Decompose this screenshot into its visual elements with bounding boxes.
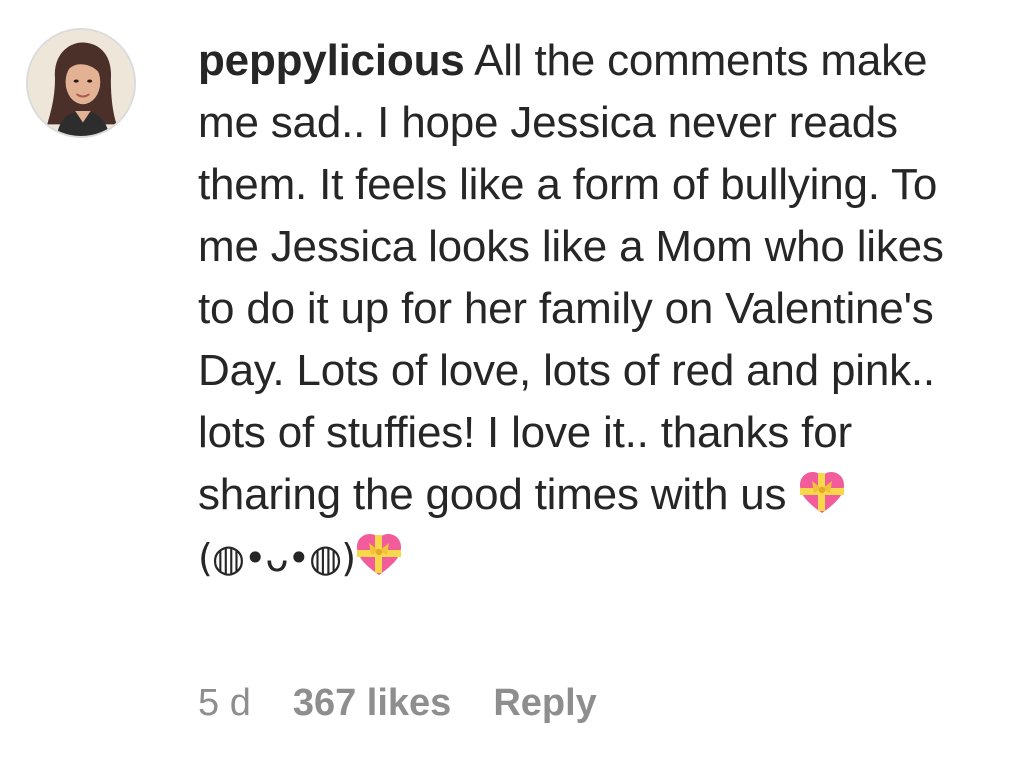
likes-count-link[interactable]: 367 likes xyxy=(293,682,451,725)
comment-meta: 5 d 367 likes Reply xyxy=(198,682,597,725)
username-link[interactable]: peppylicious xyxy=(198,36,465,85)
comment-text: All the comments make me sad.. I hope Je… xyxy=(198,36,944,519)
reply-button[interactable]: Reply xyxy=(493,682,596,725)
profile-photo-icon xyxy=(28,30,134,136)
comment-body: peppylicious All the comments make me sa… xyxy=(198,30,988,589)
timestamp: 5 d xyxy=(198,682,251,724)
avatar[interactable] xyxy=(26,28,136,138)
heart-with-ribbon-icon xyxy=(800,472,845,513)
heart-with-ribbon-icon xyxy=(357,534,402,575)
kaomoji-text: (◍•ᴗ•◍) xyxy=(198,536,356,580)
comment-item: peppylicious All the comments make me sa… xyxy=(0,0,1024,762)
